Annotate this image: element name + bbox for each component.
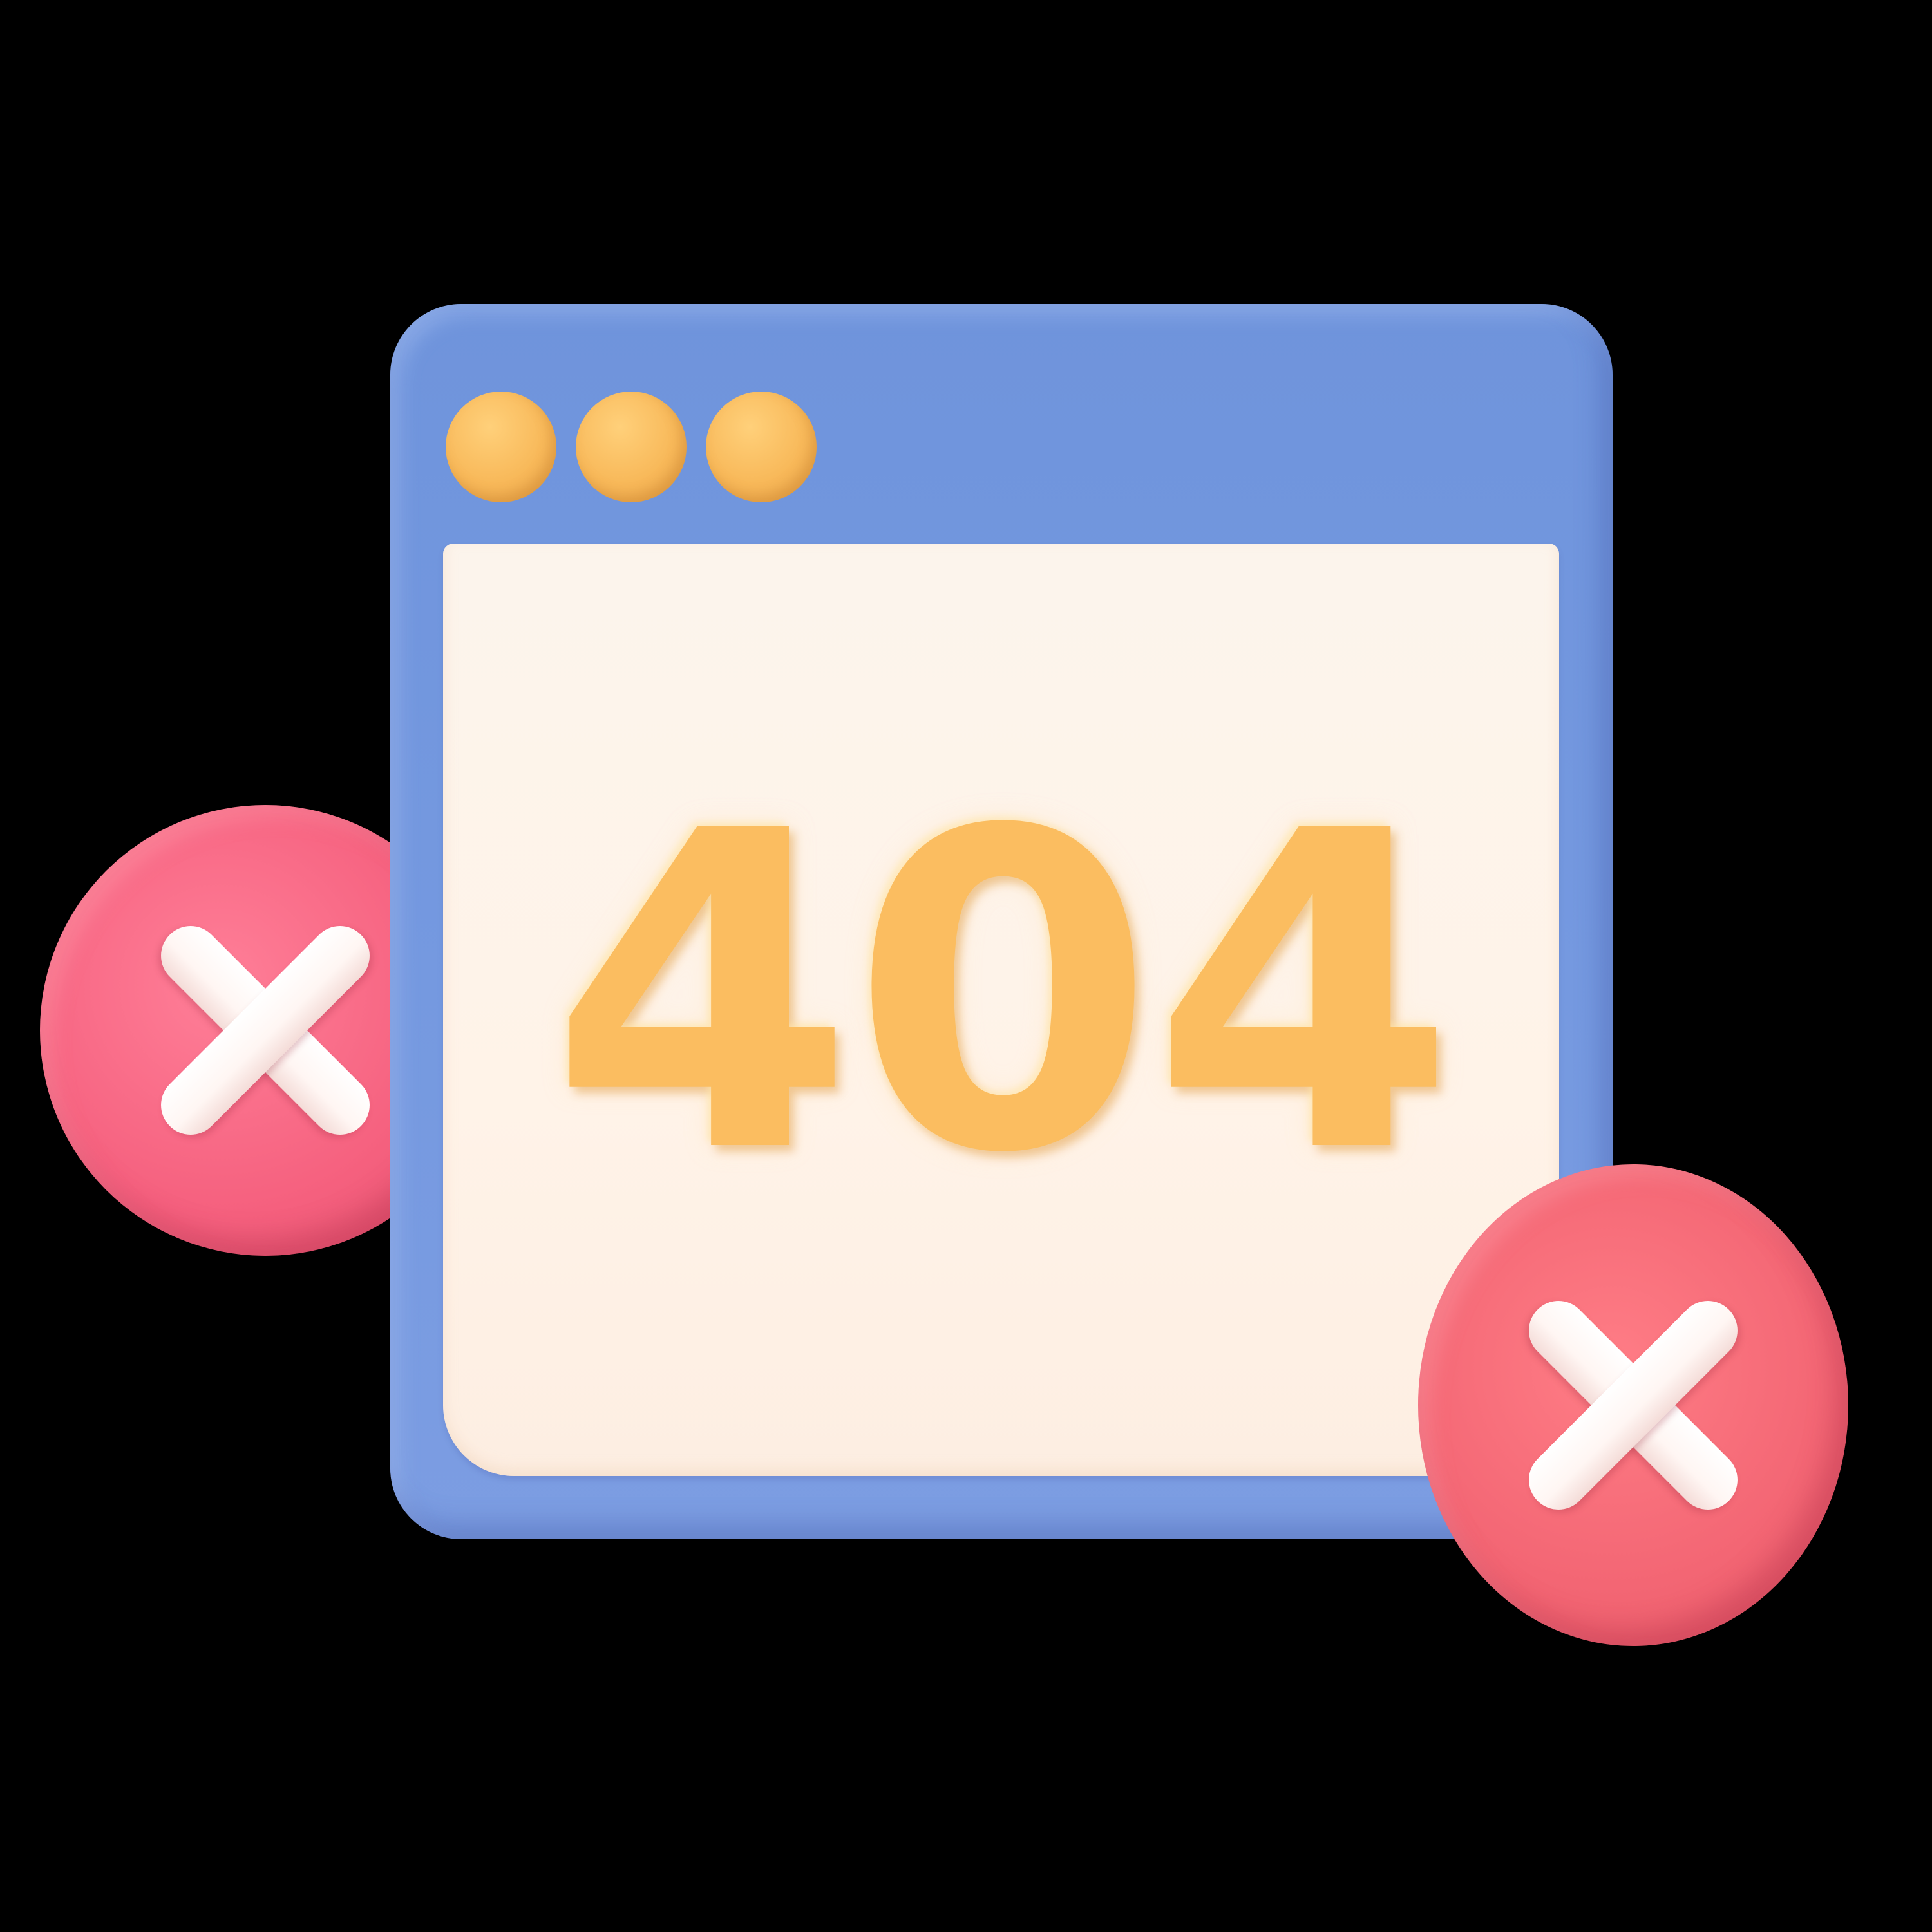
- window-controls: [446, 392, 817, 502]
- error-badge-right: [1418, 1164, 1848, 1646]
- content-panel: 404: [443, 544, 1559, 1476]
- dot-icon: [706, 392, 817, 502]
- dot-icon: [446, 392, 556, 502]
- error-404-illustration: 404: [0, 0, 1932, 1932]
- close-icon: [148, 913, 383, 1148]
- dot-icon: [576, 392, 687, 502]
- error-code: 404: [549, 739, 1456, 1249]
- close-icon: [1516, 1288, 1750, 1522]
